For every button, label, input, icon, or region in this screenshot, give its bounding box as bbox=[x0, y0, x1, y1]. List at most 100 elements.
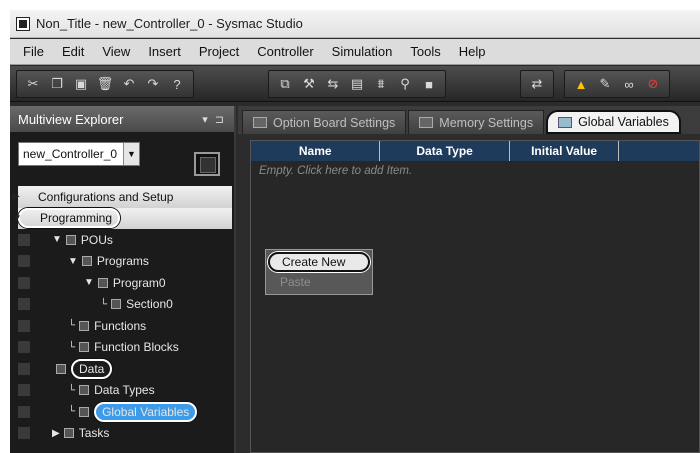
column-header-filler bbox=[619, 141, 699, 161]
toolbar-group: ⧉ ⚒ ⇆ ▤ ⩩ ⚲ ■ bbox=[268, 70, 446, 98]
global-variables-table[interactable]: Name Data Type Initial Value Empty. Click … bbox=[250, 140, 700, 453]
tree-item-label: Data Types bbox=[94, 383, 155, 398]
tree-item-label: Section0 bbox=[126, 297, 173, 312]
controller-selector[interactable]: new_Controller_0 ▼ bbox=[18, 142, 140, 166]
tree-gutter bbox=[18, 276, 30, 289]
title-bar: Non_Title - new_Controller_0 - Sysmac St… bbox=[10, 10, 700, 38]
tree-toggle-icon[interactable]: └ bbox=[100, 299, 107, 310]
folder-icon bbox=[79, 406, 90, 417]
tree-item-configurations-and-setup[interactable]: ▶ Configurations and Setup bbox=[12, 186, 232, 208]
menu-help[interactable]: Help bbox=[450, 44, 495, 59]
folder-icon bbox=[97, 277, 108, 288]
tree-item-global-variables[interactable]: └ Global Variables bbox=[10, 401, 234, 423]
tree-item-label: Programs bbox=[96, 254, 149, 269]
menu-file[interactable]: File bbox=[14, 44, 53, 59]
tree-toggle-icon[interactable]: ▼ bbox=[68, 256, 78, 267]
multiview-explorer: Multiview Explorer ▾ ⊐ new_Controller_0 … bbox=[10, 106, 236, 453]
tree-item-functions[interactable]: └ Functions bbox=[10, 315, 234, 337]
tree-item-programs[interactable]: ▼ Programs bbox=[10, 251, 234, 273]
tree-gutter bbox=[18, 233, 30, 246]
compare-icon[interactable]: ⇆ bbox=[323, 74, 343, 94]
stop-icon[interactable]: ■ bbox=[419, 74, 439, 94]
tab-option-board-settings[interactable]: Option Board Settings bbox=[242, 110, 407, 134]
tab-global-variables[interactable]: Global Variables bbox=[546, 110, 681, 134]
pen-icon[interactable]: ✎ bbox=[595, 74, 615, 94]
tree-item-section0[interactable]: └ Section0 bbox=[10, 294, 234, 316]
tree-toggle-icon[interactable]: └ bbox=[68, 406, 75, 417]
tree-item-programming[interactable]: ▼ Programming bbox=[12, 207, 232, 229]
copy-icon[interactable]: ❐ bbox=[47, 74, 67, 94]
tree-item-pous[interactable]: ▼ POUs bbox=[10, 229, 234, 251]
empty-table-message[interactable]: Empty. Click here to add Item. bbox=[251, 161, 699, 181]
toolbar-group: ✂ ❐ ▣ 🗑 ↶ ↷? bbox=[16, 70, 194, 98]
tree-item-label: Tasks bbox=[78, 426, 110, 441]
unlink-icon[interactable]: ⊘ bbox=[643, 74, 663, 94]
warning-icon[interactable]: ▲ bbox=[571, 74, 591, 94]
context-menu: Create New Paste bbox=[265, 249, 373, 295]
column-header-name[interactable]: Name bbox=[251, 141, 381, 161]
tree-item-label: Data bbox=[71, 358, 113, 379]
menu-item-create-new[interactable]: Create New bbox=[268, 252, 370, 272]
tree-toggle-icon[interactable]: ▼ bbox=[84, 277, 94, 288]
tab-label: Option Board Settings bbox=[273, 115, 396, 130]
menu-project[interactable]: Project bbox=[190, 44, 248, 59]
redo-icon[interactable]: ↷ bbox=[143, 74, 163, 94]
help-icon[interactable]: ? bbox=[167, 74, 187, 94]
window-title: Non_Title - new_Controller_0 - Sysmac St… bbox=[36, 16, 303, 31]
tree-item-program0[interactable]: ▼ Program0 bbox=[10, 272, 234, 294]
pin-icon[interactable]: ▾ ⊐ bbox=[202, 113, 226, 126]
tree-item-label: Configurations and Setup bbox=[38, 189, 174, 204]
tree-item-label: POUs bbox=[80, 232, 113, 247]
build-icon[interactable]: ⚒ bbox=[299, 74, 319, 94]
search-icon[interactable]: ⚲ bbox=[395, 74, 415, 94]
tree-toggle-icon[interactable]: ▼ bbox=[12, 213, 22, 224]
tree-gutter bbox=[18, 405, 30, 418]
tree-item-data[interactable]: Data bbox=[10, 358, 234, 380]
cut-icon[interactable]: ✂ bbox=[23, 74, 43, 94]
tree-gutter bbox=[18, 384, 30, 397]
menu-simulation[interactable]: Simulation bbox=[323, 44, 402, 59]
tree-toggle-icon[interactable]: └ bbox=[68, 342, 75, 353]
menu-item-paste: Paste bbox=[280, 275, 311, 289]
tree-gutter bbox=[18, 298, 30, 311]
sync-icon[interactable]: ⇄ bbox=[527, 74, 547, 94]
menu-insert[interactable]: Insert bbox=[139, 44, 190, 59]
menu-tools[interactable]: Tools bbox=[401, 44, 449, 59]
tree-item-data-types[interactable]: └ Data Types bbox=[10, 380, 234, 402]
menu-view[interactable]: View bbox=[93, 44, 139, 59]
tree-item-function-blocks[interactable]: └ Function Blocks bbox=[10, 337, 234, 359]
menu-edit[interactable]: Edit bbox=[53, 44, 93, 59]
menu-controller[interactable]: Controller bbox=[248, 44, 322, 59]
tree-item-tasks[interactable]: ▶ Tasks bbox=[10, 423, 234, 445]
online-icon[interactable]: ⩩ bbox=[371, 74, 391, 94]
column-header-data-type[interactable]: Data Type bbox=[380, 141, 510, 161]
monitor-icon[interactable]: ▤ bbox=[347, 74, 367, 94]
tree-toggle-icon[interactable]: ▶ bbox=[12, 191, 20, 202]
tree-item-label: Program0 bbox=[112, 275, 166, 290]
controller-dropdown[interactable]: new_Controller_0 ▼ bbox=[18, 142, 140, 166]
tree-toggle-icon[interactable]: └ bbox=[68, 385, 75, 396]
tree-gutter bbox=[18, 255, 30, 268]
tree-toggle-icon[interactable]: ▼ bbox=[52, 234, 62, 245]
tree-gutter bbox=[18, 319, 30, 332]
tab-memory-settings[interactable]: Memory Settings bbox=[408, 110, 545, 134]
paste-icon[interactable]: ▣ bbox=[71, 74, 91, 94]
tree-toggle-icon[interactable]: ▶ bbox=[52, 428, 60, 439]
tab-label: Memory Settings bbox=[439, 115, 534, 130]
editor-area: Option Board Settings Memory Settings Glob… bbox=[238, 106, 700, 453]
window-icon[interactable]: ⧉ bbox=[275, 74, 295, 94]
explorer-tree: ▶ Configurations and Setup ▼ Programming ▼ PO… bbox=[10, 186, 234, 444]
tab-icon bbox=[558, 116, 573, 128]
folder-icon bbox=[79, 385, 90, 396]
chevron-down-icon[interactable]: ▼ bbox=[123, 143, 139, 165]
tree-toggle-icon[interactable]: └ bbox=[68, 320, 75, 331]
delete-icon[interactable]: 🗑 bbox=[95, 74, 115, 94]
folder-icon bbox=[79, 342, 90, 353]
tab-icon bbox=[253, 117, 267, 128]
tab-icon bbox=[419, 117, 434, 128]
undo-icon[interactable]: ↶ bbox=[119, 74, 139, 94]
app-window: Non_Title - new_Controller_0 - Sysmac St… bbox=[10, 10, 700, 453]
folder-icon bbox=[56, 363, 66, 374]
column-header-initial-value[interactable]: Initial Value bbox=[510, 141, 620, 161]
link-icon[interactable]: ∞ bbox=[619, 74, 639, 94]
